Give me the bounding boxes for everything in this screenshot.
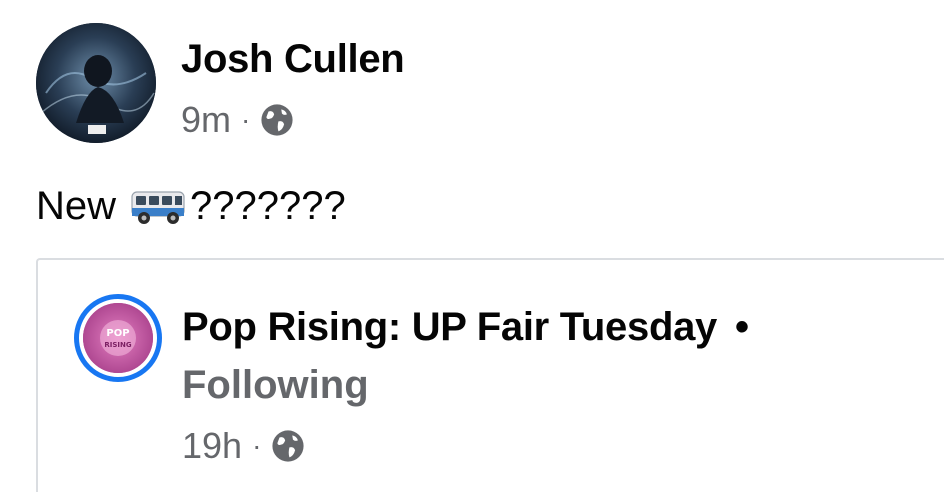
meta-separator: · — [252, 430, 262, 461]
logo-text-top: POP — [106, 328, 129, 339]
globe-icon[interactable] — [271, 429, 305, 463]
feed-post: Josh Cullen 9m · New ??????? POP RISING … — [0, 0, 944, 492]
post-text-prefix: New — [36, 184, 117, 228]
post-timestamp[interactable]: 9m — [181, 100, 231, 140]
title-bullet: • — [734, 305, 749, 349]
author-avatar[interactable] — [36, 23, 156, 143]
post-text: New ??????? — [36, 180, 346, 232]
post-text-suffix: ??????? — [190, 184, 346, 228]
meta-separator: · — [241, 104, 251, 135]
shared-post-card[interactable]: POP RISING Pop Rising: UP Fair Tuesday • … — [36, 258, 944, 492]
album-art-image — [36, 23, 156, 143]
author-name[interactable]: Josh Cullen — [181, 36, 405, 82]
shared-page-title: Pop Rising: UP Fair Tuesday • — [182, 304, 749, 350]
following-status[interactable]: Following — [182, 362, 369, 408]
pop-rising-logo: POP RISING — [83, 303, 153, 373]
minibus-emoji-icon — [130, 184, 188, 228]
page-avatar[interactable]: POP RISING — [74, 294, 162, 382]
shared-page-name[interactable]: Pop Rising: UP Fair Tuesday — [182, 305, 717, 349]
shared-post-meta: 19h · — [182, 426, 305, 466]
post-meta: 9m · — [181, 100, 294, 140]
logo-text-bottom: RISING — [104, 341, 131, 349]
globe-icon[interactable] — [260, 103, 294, 137]
shared-post-timestamp[interactable]: 19h — [182, 426, 242, 466]
